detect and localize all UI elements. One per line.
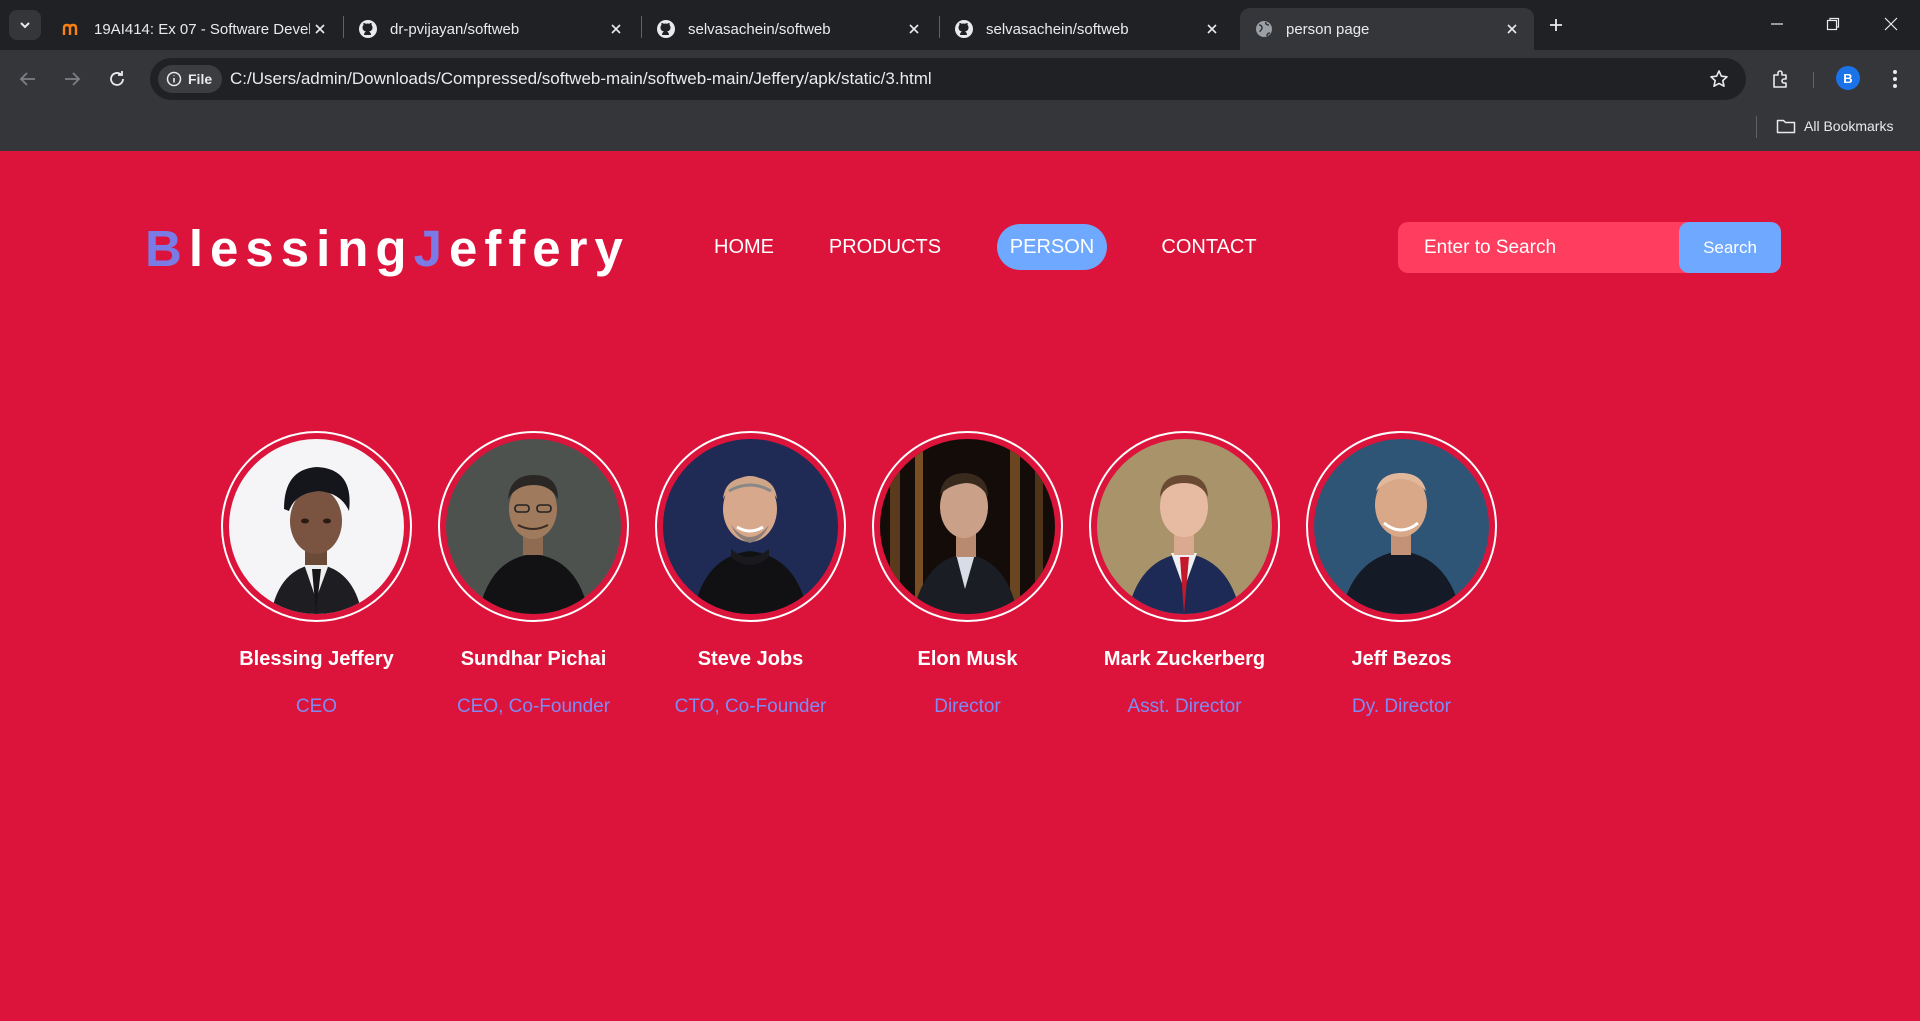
- folder-icon: [1776, 118, 1796, 134]
- person-role: CTO, Co-Founder: [674, 696, 827, 717]
- tab-github-3[interactable]: selvasachein/softweb: [940, 8, 1234, 50]
- avatar-ring: [1306, 431, 1497, 622]
- search-input[interactable]: [1398, 222, 1679, 273]
- nav-home[interactable]: HOME: [714, 224, 774, 270]
- tab-person-page[interactable]: person page: [1240, 8, 1534, 50]
- url-text[interactable]: C:/Users/admin/Downloads/Compressed/soft…: [230, 69, 932, 89]
- person-card: Sundhar Pichai CEO, Co-Founder: [425, 431, 642, 718]
- tab-search-button[interactable]: [9, 10, 41, 40]
- nav-products[interactable]: PRODUCTS: [829, 224, 941, 270]
- plus-icon: [1550, 19, 1562, 31]
- close-icon: [1884, 17, 1898, 31]
- nav-person[interactable]: PERSON: [997, 224, 1107, 270]
- tab-title: dr-pvijayan/softweb: [390, 20, 520, 38]
- person-name: Mark Zuckerberg: [1103, 648, 1266, 670]
- close-icon[interactable]: [1202, 19, 1222, 39]
- info-icon: [166, 71, 182, 87]
- arrow-right-icon: [65, 72, 81, 86]
- file-chip-label: File: [188, 71, 213, 87]
- extensions-button[interactable]: [1766, 64, 1796, 94]
- reload-button[interactable]: [102, 64, 132, 94]
- person-page: BlessingJeffery HOME PRODUCTS PERSON CON…: [0, 151, 1920, 1021]
- person-role: CEO, Co-Founder: [456, 696, 611, 717]
- tab-moodle[interactable]: 19AI414: Ex 07 - Software Devel: [48, 8, 342, 50]
- person-role: Director: [934, 696, 1001, 717]
- person-role: CEO: [295, 696, 338, 717]
- menu-button[interactable]: [1880, 64, 1910, 94]
- tab-strip: 19AI414: Ex 07 - Software Devel dr-pvija…: [0, 0, 1920, 50]
- profile-avatar[interactable]: B: [1836, 66, 1860, 90]
- people-list: Blessing Jeffery CEO Sundhar Pichai CEO,…: [208, 431, 1510, 718]
- close-icon[interactable]: [606, 19, 626, 39]
- browser-toolbar: File C:/Users/admin/Downloads/Compressed…: [0, 50, 1920, 108]
- search-button[interactable]: Search: [1679, 222, 1781, 273]
- close-icon[interactable]: [904, 19, 924, 39]
- logo-text-2: effery: [448, 220, 630, 277]
- avatar: [663, 439, 838, 614]
- github-icon: [954, 19, 974, 39]
- tab-github-2[interactable]: selvasachein/softweb: [642, 8, 936, 50]
- moodle-icon: [62, 19, 82, 39]
- tab-github-1[interactable]: dr-pvijayan/softweb: [344, 8, 638, 50]
- forward-button[interactable]: [57, 64, 87, 94]
- close-icon[interactable]: [1502, 19, 1522, 39]
- address-bar[interactable]: File C:/Users/admin/Downloads/Compressed…: [150, 58, 1746, 100]
- reload-icon: [110, 71, 124, 86]
- person-name: Sundhar Pichai: [460, 648, 607, 670]
- new-tab-button[interactable]: [1542, 11, 1570, 39]
- avatar: [229, 439, 404, 614]
- tab-title: selvasachein/softweb: [986, 20, 1129, 38]
- avatar-ring: [872, 431, 1063, 622]
- person-role: Asst. Director: [1127, 696, 1242, 717]
- toolbar-divider: [1813, 72, 1814, 88]
- person-name: Elon Musk: [917, 648, 1018, 670]
- tab-title: person page: [1286, 20, 1370, 38]
- person-name: Blessing Jeffery: [239, 648, 394, 670]
- avatar-ring: [1089, 431, 1280, 622]
- person-role: Dy. Director: [1352, 696, 1451, 717]
- close-icon[interactable]: [310, 19, 330, 39]
- person-card: Elon Musk Director: [859, 431, 1076, 718]
- nav-contact[interactable]: CONTACT: [1161, 224, 1257, 270]
- search-form: Search: [1398, 222, 1781, 273]
- restore-icon: [1826, 17, 1840, 31]
- logo-letter-j: J: [413, 220, 449, 277]
- bookmark-star-icon[interactable]: [1708, 68, 1730, 90]
- avatar: [446, 439, 621, 614]
- back-button[interactable]: [13, 64, 43, 94]
- avatar: [1097, 439, 1272, 614]
- avatar-ring: [221, 431, 412, 622]
- github-icon: [358, 19, 378, 39]
- minimize-button[interactable]: [1754, 6, 1800, 42]
- minimize-icon: [1771, 23, 1783, 25]
- site-info-chip[interactable]: File: [158, 65, 223, 93]
- logo-text-1: lessing: [188, 220, 414, 277]
- arrow-left-icon: [19, 72, 35, 86]
- avatar-ring: [438, 431, 629, 622]
- more-vertical-icon: [1893, 70, 1897, 88]
- person-card: Steve Jobs CTO, Co-Founder: [642, 431, 859, 718]
- chevron-down-icon: [20, 22, 30, 29]
- bookmarks-divider: [1756, 116, 1757, 138]
- bookmarks-bar: All Bookmarks: [0, 108, 1920, 151]
- github-icon: [656, 19, 676, 39]
- puzzle-icon: [1773, 70, 1787, 88]
- all-bookmarks-button[interactable]: All Bookmarks: [1776, 112, 1893, 140]
- person-card: Blessing Jeffery CEO: [208, 431, 425, 718]
- avatar-ring: [655, 431, 846, 622]
- site-logo[interactable]: BlessingJeffery: [145, 219, 630, 278]
- tab-title: 19AI414: Ex 07 - Software Devel: [94, 20, 310, 38]
- restore-button[interactable]: [1810, 6, 1856, 42]
- avatar: [1314, 439, 1489, 614]
- tab-title: selvasachein/softweb: [688, 20, 831, 38]
- close-window-button[interactable]: [1868, 6, 1914, 42]
- person-card: Mark Zuckerberg Asst. Director: [1076, 431, 1293, 718]
- all-bookmarks-label: All Bookmarks: [1804, 118, 1894, 134]
- avatar: [880, 439, 1055, 614]
- globe-icon: [1254, 19, 1274, 39]
- person-name: Steve Jobs: [697, 648, 804, 670]
- logo-letter-b: B: [145, 220, 189, 277]
- person-name: Jeff Bezos: [1351, 648, 1452, 670]
- person-card: Jeff Bezos Dy. Director: [1293, 431, 1510, 718]
